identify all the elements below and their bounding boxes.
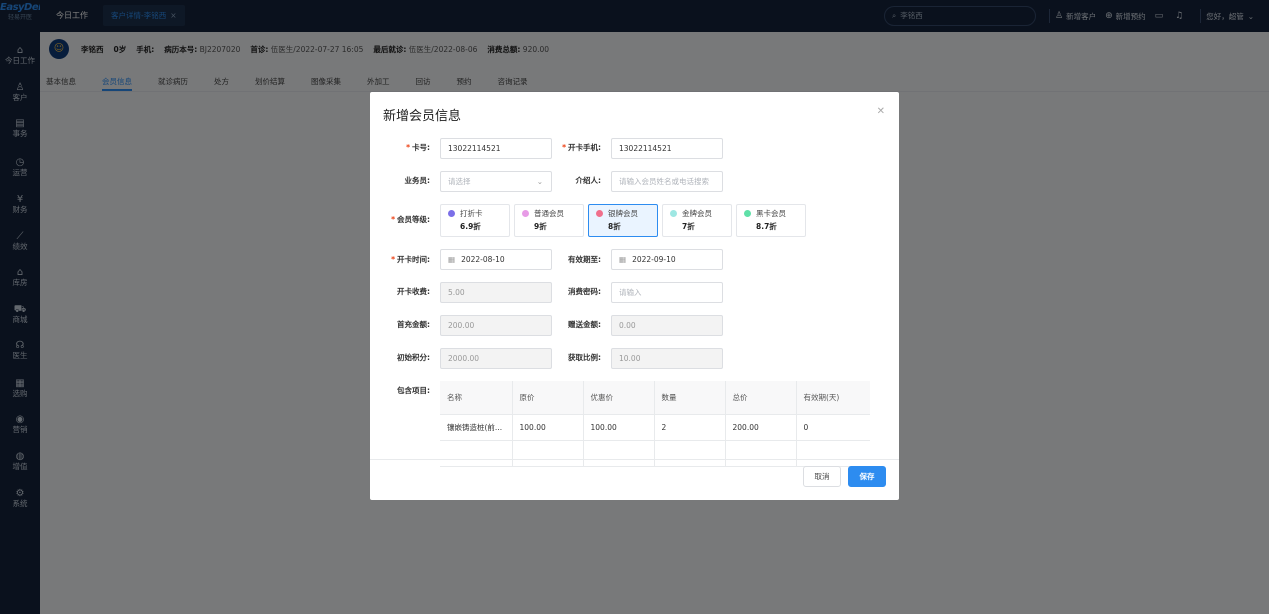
table-header: 有效期(天) — [796, 381, 870, 415]
save-button[interactable]: 保存 — [848, 466, 886, 487]
close-icon[interactable]: ✕ — [877, 106, 885, 117]
grade-discount: 7折 — [682, 222, 695, 231]
table-cell — [725, 440, 797, 467]
grade-color-dot — [670, 210, 677, 217]
cancel-button[interactable]: 取消 — [803, 466, 841, 487]
package-label: 包含项目: — [397, 386, 430, 395]
table-row: 镶嵌铸造桩(前... 100.00 100.00 2 200.00 0 — [440, 414, 870, 441]
phone-label: * 开卡手机: — [562, 143, 601, 152]
table-header: 优惠价 — [583, 381, 655, 415]
password-label: 消费密码: — [568, 287, 601, 296]
gift-label: 赠送金额: — [568, 320, 601, 329]
salesperson-label: 业务员: — [404, 176, 431, 185]
grade-name: 金牌会员 — [682, 209, 712, 218]
table-cell — [583, 440, 655, 467]
first-recharge-label: 首充金额: — [397, 320, 430, 329]
ratio-label: 获取比例: — [568, 353, 601, 362]
points-input: 2000.00 — [440, 348, 552, 369]
table-header: 名称 — [440, 381, 513, 415]
table-cell: 2 — [654, 414, 726, 441]
package-table: 名称 原价 优惠价 数量 总价 有效期(天) 镶嵌铸造桩(前... 100.00 100.00… — [440, 381, 870, 467]
grade-options: 打折卡 6.9折 普通会员 9折 银牌会员 8折 金牌会员 7折 黑卡会员 8.7折 — [440, 204, 810, 237]
table-cell: 镶嵌铸造桩(前... — [440, 414, 513, 441]
table-row — [440, 440, 870, 467]
table-header: 原价 — [512, 381, 584, 415]
grade-option[interactable]: 打折卡 6.9折 — [440, 204, 510, 237]
grade-discount: 9折 — [534, 222, 547, 231]
fee-input: 5.00 — [440, 282, 552, 303]
modal-title: 新增会员信息 — [383, 109, 462, 124]
table-cell — [796, 440, 870, 467]
table-cell — [440, 440, 513, 467]
password-input[interactable]: 请输入 — [611, 282, 723, 303]
grade-option[interactable]: 金牌会员 7折 — [662, 204, 732, 237]
open-time-input[interactable]: ▦ 2022-08-10 — [440, 249, 552, 270]
calendar-icon: ▦ — [619, 255, 627, 264]
grade-name: 黑卡会员 — [756, 209, 786, 218]
referrer-input[interactable]: 请输入会员姓名或电话搜索 — [611, 171, 723, 192]
open-time-label: * 开卡时间: — [391, 255, 430, 264]
calendar-icon: ▦ — [448, 255, 456, 264]
table-cell: 100.00 — [583, 414, 655, 441]
grade-name: 银牌会员 — [608, 209, 638, 218]
grade-color-dot — [596, 210, 603, 217]
points-label: 初始积分: — [397, 353, 430, 362]
grade-name: 打折卡 — [460, 209, 483, 218]
grade-discount: 6.9折 — [460, 222, 481, 231]
ratio-input: 10.00 — [611, 348, 723, 369]
footer-divider — [370, 459, 899, 460]
gift-input: 0.00 — [611, 315, 723, 336]
card-no-input[interactable]: 13022114521 — [440, 138, 552, 159]
table-header: 数量 — [654, 381, 726, 415]
first-recharge-input: 200.00 — [440, 315, 552, 336]
grade-option[interactable]: 普通会员 9折 — [514, 204, 584, 237]
table-cell — [654, 440, 726, 467]
phone-input[interactable]: 13022114521 — [611, 138, 723, 159]
grade-color-dot — [522, 210, 529, 217]
table-header: 总价 — [725, 381, 797, 415]
table-cell: 100.00 — [512, 414, 584, 441]
salesperson-select[interactable]: 请选择 ⌄ — [440, 171, 552, 192]
table-cell — [512, 440, 584, 467]
grade-discount: 8.7折 — [756, 222, 777, 231]
grade-name: 普通会员 — [534, 209, 564, 218]
grade-option[interactable]: 黑卡会员 8.7折 — [736, 204, 806, 237]
grade-color-dot — [448, 210, 455, 217]
grade-option[interactable]: 银牌会员 8折 — [588, 204, 658, 237]
grade-color-dot — [744, 210, 751, 217]
grade-label: * 会员等级: — [391, 215, 430, 224]
table-cell: 0 — [796, 414, 870, 441]
new-member-modal: 新增会员信息 ✕ * 卡号: 13022114521 * 开卡手机: 1302211… — [370, 92, 899, 500]
valid-until-label: 有效期至: — [568, 255, 601, 264]
grade-discount: 8折 — [608, 222, 621, 231]
table-cell: 200.00 — [725, 414, 797, 441]
fee-label: 开卡收费: — [397, 287, 430, 296]
valid-until-input[interactable]: ▦ 2022-09-10 — [611, 249, 723, 270]
card-no-label: * 卡号: — [406, 143, 430, 152]
referrer-label: 介绍人: — [575, 176, 602, 185]
